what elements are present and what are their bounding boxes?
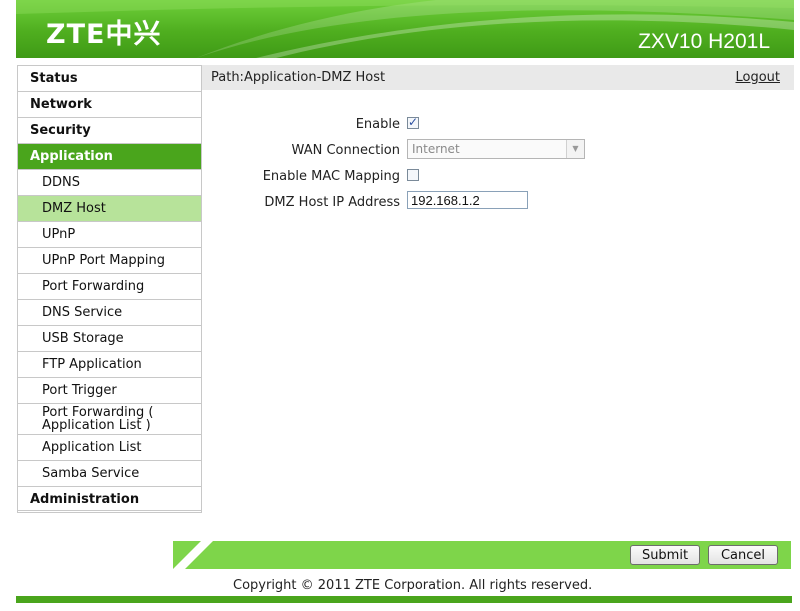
mac-mapping-label: Enable MAC Mapping — [262, 169, 400, 184]
sidebar-subitem-port-forwarding[interactable]: Port Forwarding — [18, 274, 201, 300]
sidebar-subitem-samba-service[interactable]: Samba Service — [18, 461, 201, 487]
sidebar-item-application[interactable]: Application — [18, 144, 201, 170]
zte-logo: ZTE中兴 — [46, 19, 162, 50]
wan-connection-value: Internet — [412, 142, 460, 156]
sidebar-subitem-dns-service[interactable]: DNS Service — [18, 300, 201, 326]
dmz-ip-input[interactable] — [407, 191, 528, 209]
sidebar-subitem-port-trigger[interactable]: Port Trigger — [18, 378, 201, 404]
sidebar-subitem-port-forwarding-app-list[interactable]: Port Forwarding ( Application List ) — [18, 404, 201, 435]
chevron-down-icon[interactable]: ▼ — [566, 140, 584, 158]
enable-row: Enable — [202, 113, 794, 135]
sidebar-item-status[interactable]: Status — [18, 66, 201, 92]
path-bar: Path:Application-DMZ Host Logout — [202, 65, 794, 90]
sidebar-subitem-label-line2: Application List ) — [42, 418, 151, 433]
copyright-text: Copyright © 2011 ZTE Corporation. All ri… — [233, 578, 593, 593]
bottom-bar — [16, 596, 792, 603]
dmz-ip-label: DMZ Host IP Address — [264, 195, 400, 210]
sidebar-subitem-usb-storage[interactable]: USB Storage — [18, 326, 201, 352]
logout-link[interactable]: Logout — [735, 70, 780, 85]
cancel-button[interactable]: Cancel — [708, 545, 778, 565]
header-banner: ZTE中兴 ZXV10 H201L — [16, 0, 794, 58]
mac-mapping-row: Enable MAC Mapping — [202, 165, 794, 187]
sidebar-subitem-upnp-port-mapping[interactable]: UPnP Port Mapping — [18, 248, 201, 274]
sidebar-item-security[interactable]: Security — [18, 118, 201, 144]
wan-connection-row: WAN Connection Internet ▼ — [202, 139, 794, 161]
sidebar-item-network[interactable]: Network — [18, 92, 201, 118]
action-bar: Submit Cancel — [173, 541, 791, 569]
sidebar-subitem-ddns[interactable]: DDNS — [18, 170, 201, 196]
device-model: ZXV10 H201L — [638, 30, 770, 53]
enable-checkbox[interactable] — [407, 115, 419, 129]
enable-label: Enable — [355, 117, 400, 132]
sidebar-subitem-dmz-host[interactable]: DMZ Host — [18, 196, 201, 222]
sidebar-subitem-upnp[interactable]: UPnP — [18, 222, 201, 248]
wan-connection-select[interactable]: Internet ▼ — [407, 139, 585, 159]
sidebar-nav: Status Network Security Application DDNS… — [17, 65, 202, 513]
breadcrumb: Path:Application-DMZ Host — [211, 70, 386, 85]
sidebar-subitem-application-list[interactable]: Application List — [18, 435, 201, 461]
dmz-ip-row: DMZ Host IP Address — [202, 191, 794, 213]
action-bar-slant-graphic — [173, 541, 213, 569]
sidebar-bottom-border — [17, 510, 202, 511]
sidebar-subitem-ftp-application[interactable]: FTP Application — [18, 352, 201, 378]
wan-connection-label: WAN Connection — [291, 143, 400, 158]
mac-mapping-checkbox[interactable] — [407, 169, 419, 181]
submit-button[interactable]: Submit — [630, 545, 700, 565]
